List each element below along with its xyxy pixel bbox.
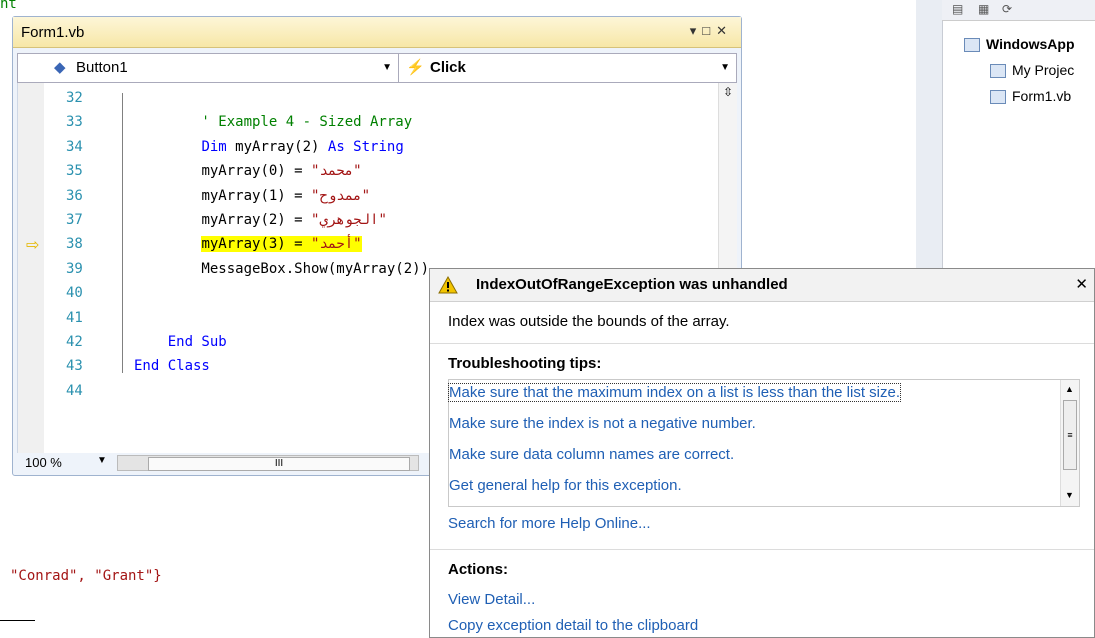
- class-dropdown-label: Button1: [76, 59, 128, 76]
- scroll-down-icon[interactable]: ▼: [1065, 490, 1074, 500]
- tip-link[interactable]: Get general help for this exception.: [449, 477, 682, 494]
- tips-scrollbar[interactable]: ▲ ≡ ▼: [1060, 380, 1079, 506]
- dropdown-icon[interactable]: ▾: [690, 23, 703, 38]
- line-number: 38: [66, 236, 83, 253]
- code-text: myArray(1) = "ممدوح": [201, 187, 371, 204]
- line-number: 34: [66, 138, 83, 155]
- tip-link[interactable]: Make sure the index is not a negative nu…: [449, 415, 756, 432]
- editor-title-bar[interactable]: Form1.vb ▾□✕: [13, 17, 741, 48]
- search-online-link[interactable]: Search for more Help Online...: [448, 515, 651, 532]
- chevron-down-icon[interactable]: ▼: [720, 54, 730, 82]
- code-text: Dim myArray(2) As String: [201, 138, 404, 155]
- panel-splitter[interactable]: [916, 0, 943, 270]
- navigation-bar: ◆ Button1 ▼ ⚡ Click ▼: [17, 53, 737, 83]
- line-number: 33: [66, 114, 83, 131]
- solution-item-form1[interactable]: Form1.vb: [990, 88, 1072, 105]
- solution-item-label: Form1.vb: [1012, 88, 1072, 104]
- background-code-fragment: nt: [0, 0, 17, 12]
- solution-toolbar: ▤ ▦ ⟳: [942, 0, 1095, 21]
- outlining-bar: [122, 93, 123, 373]
- code-text: myArray(2) = "الجوهري": [201, 212, 387, 228]
- method-dropdown[interactable]: ⚡ Click ▼: [398, 54, 736, 82]
- execution-pointer-icon: ⇨: [26, 237, 40, 254]
- divider: [430, 343, 1094, 344]
- line-number: 43: [66, 358, 83, 375]
- refresh-icon[interactable]: ⟳: [1002, 2, 1012, 16]
- solution-item-project[interactable]: WindowsApp: [964, 36, 1075, 53]
- solution-item-label: WindowsApp: [986, 36, 1075, 52]
- line-number: 32: [66, 90, 83, 106]
- chevron-down-icon[interactable]: ▼: [97, 455, 107, 466]
- my-project-icon: [990, 64, 1006, 79]
- background-divider: [0, 620, 35, 621]
- warning-icon: [438, 275, 458, 294]
- solution-item-label: My Projec: [1012, 62, 1075, 78]
- background-code-tail: "Conrad", "Grant"}: [10, 568, 162, 584]
- scroll-up-icon[interactable]: ▲: [1065, 384, 1074, 394]
- code-text: ' Example 4 - Sized Array: [134, 114, 413, 131]
- scrollbar-thumb[interactable]: III: [148, 457, 410, 471]
- view-detail-link[interactable]: View Detail...: [448, 591, 535, 608]
- code-text: End Class: [134, 358, 210, 375]
- line-number: 36: [66, 187, 83, 204]
- line-number: 40: [66, 285, 83, 302]
- indicator-margin[interactable]: [18, 83, 44, 453]
- code-text: MessageBox.Show(myArray(2)): [134, 260, 430, 277]
- divider: [430, 549, 1094, 550]
- chevron-down-icon[interactable]: ▼: [382, 54, 392, 82]
- code-text: myArray(3) = "أحمد": [201, 236, 362, 253]
- form-icon: [990, 90, 1006, 105]
- line-number: 41: [66, 309, 83, 326]
- show-all-files-icon[interactable]: ▦: [978, 2, 989, 16]
- split-handle-icon[interactable]: ⇳: [721, 85, 735, 101]
- editor-title: Form1.vb: [21, 24, 85, 41]
- line-number: 37: [66, 212, 83, 228]
- line-number: 44: [66, 382, 83, 399]
- solution-item-my-project[interactable]: My Projec: [990, 62, 1075, 79]
- class-dropdown[interactable]: ◆ Button1 ▼: [18, 54, 399, 82]
- zoom-level[interactable]: 100 %: [25, 455, 62, 470]
- exception-header[interactable]: IndexOutOfRangeException was unhandled ✕: [430, 269, 1094, 302]
- maximize-icon[interactable]: □: [702, 23, 716, 38]
- window-buttons[interactable]: ▾□✕: [690, 23, 733, 39]
- component-icon: ◆: [54, 59, 66, 76]
- close-icon[interactable]: ✕: [716, 23, 733, 38]
- solution-explorer: ▤ ▦ ⟳ WindowsApp My Projec Form1.vb: [916, 0, 1095, 270]
- exception-message: Index was outside the bounds of the arra…: [448, 313, 730, 330]
- scrollbar-thumb[interactable]: ≡: [1063, 400, 1077, 470]
- properties-icon[interactable]: ▤: [952, 2, 963, 16]
- exception-title: IndexOutOfRangeException was unhandled: [476, 276, 788, 293]
- tip-link[interactable]: Make sure data column names are correct.: [449, 446, 734, 463]
- close-icon[interactable]: ✕: [1075, 275, 1088, 293]
- event-icon: ⚡: [406, 59, 425, 76]
- code-text: myArray(0) = "محمد": [201, 163, 362, 180]
- tips-list: Make sure that the maximum index on a li…: [447, 379, 1080, 507]
- copy-exception-link[interactable]: Copy exception detail to the clipboard: [448, 617, 698, 634]
- tip-link[interactable]: Make sure that the maximum index on a li…: [447, 383, 902, 402]
- horizontal-scrollbar[interactable]: III: [117, 455, 419, 471]
- project-icon: [964, 38, 980, 53]
- code-text: End Sub: [167, 334, 227, 350]
- line-number: 35: [66, 163, 83, 180]
- method-dropdown-label: Click: [430, 59, 466, 76]
- line-number: 39: [66, 260, 83, 277]
- exception-assistant: IndexOutOfRangeException was unhandled ✕…: [429, 268, 1095, 638]
- tips-heading: Troubleshooting tips:: [448, 355, 602, 372]
- line-number: 42: [66, 334, 83, 350]
- actions-heading: Actions:: [448, 561, 508, 578]
